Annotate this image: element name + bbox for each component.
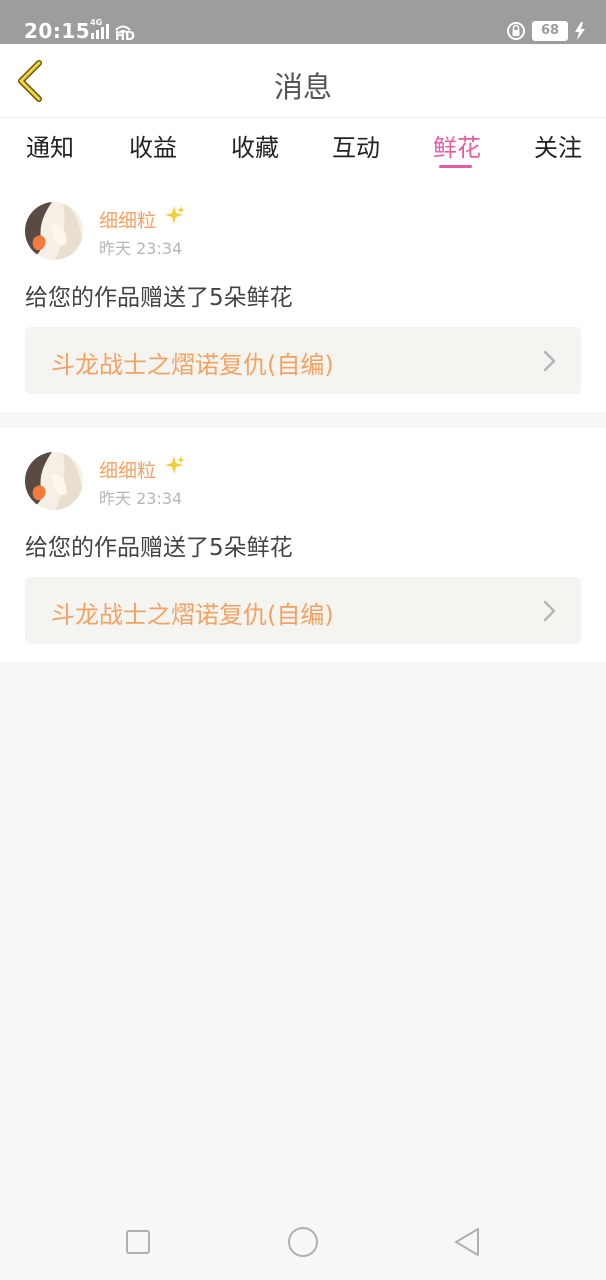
tab-notice[interactable]: 通知 [24, 128, 76, 172]
tab-bar: 通知 收益 收藏 互动 鲜花 关注 [0, 118, 606, 180]
sparkle-icon [165, 456, 185, 474]
header: 消息 [0, 44, 606, 118]
active-tab-indicator [439, 165, 472, 168]
tab-following[interactable]: 关注 [532, 128, 584, 172]
notification-time: 昨天 23:34 [99, 489, 183, 508]
network-type: 4G [90, 18, 103, 27]
system-navigation-bar [0, 1200, 606, 1280]
work-link[interactable]: 斗龙战士之熠诺复仇(自编) [25, 577, 581, 644]
circle-icon[interactable] [285, 1224, 321, 1260]
lock-icon [507, 22, 525, 40]
avatar[interactable] [25, 202, 83, 260]
notification-time: 昨天 23:34 [99, 239, 183, 258]
tab-interactions[interactable]: 互动 [330, 128, 382, 172]
tab-favorites[interactable]: 收藏 [229, 128, 281, 172]
chevron-right-icon [543, 600, 556, 622]
notification-card: 细细粒 昨天 23:34 给您的作品赠送了5朵鲜花 斗龙战士之熠诺复仇(自编) [0, 178, 606, 412]
work-title: 斗龙战士之熠诺复仇(自编) [51, 351, 334, 379]
charging-icon [575, 22, 585, 40]
notification-card: 细细粒 昨天 23:34 给您的作品赠送了5朵鲜花 斗龙战士之熠诺复仇(自编) [0, 428, 606, 662]
username[interactable]: 细细粒 [99, 456, 156, 483]
page-title: 消息 [273, 70, 332, 104]
avatar[interactable] [25, 452, 83, 510]
username[interactable]: 细细粒 [99, 206, 156, 233]
status-time: 20:15 [24, 19, 91, 43]
network-signal-icon: 4G HD [88, 18, 136, 43]
battery-indicator: 68 [532, 21, 568, 41]
tab-earnings[interactable]: 收益 [127, 128, 179, 172]
avatar-image [25, 202, 83, 260]
notification-message: 给您的作品赠送了5朵鲜花 [25, 285, 293, 311]
work-link[interactable]: 斗龙战士之熠诺复仇(自编) [25, 327, 581, 394]
status-right: 68 [506, 20, 586, 42]
sparkle-icon [165, 206, 185, 224]
hd-label: HD [115, 29, 136, 43]
chevron-right-icon [543, 350, 556, 372]
work-title: 斗龙战士之熠诺复仇(自编) [51, 601, 334, 629]
notification-message: 给您的作品赠送了5朵鲜花 [25, 535, 293, 561]
square-icon[interactable] [120, 1224, 156, 1260]
triangle-back-icon[interactable] [450, 1224, 486, 1260]
avatar-image [25, 452, 83, 510]
status-bar: 20:15 4G HD 68 [0, 0, 606, 44]
